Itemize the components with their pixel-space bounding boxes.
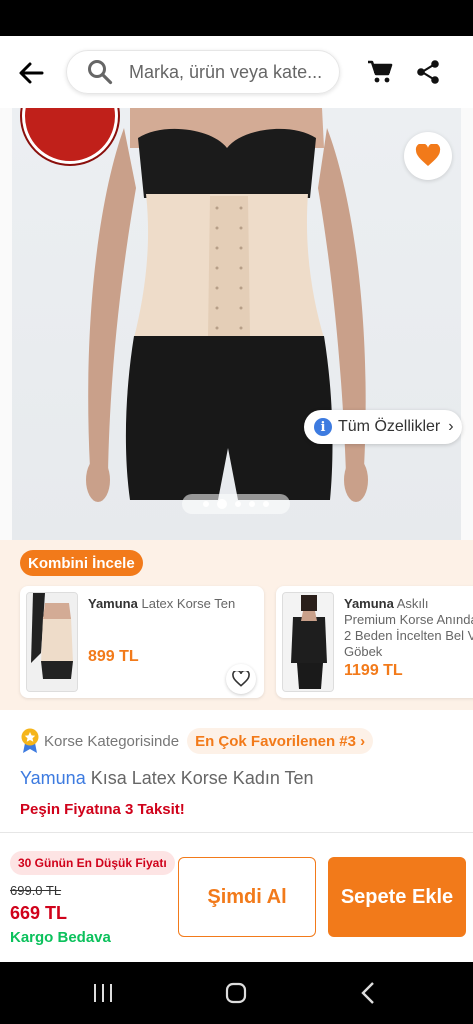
combo-product-name: Yamuna Askılı Premium Korse Anında 2 Bed… (344, 596, 473, 660)
chevron-right-icon: › (448, 418, 454, 435)
buy-now-button[interactable]: Şimdi Al (178, 857, 316, 937)
system-nav-bar (0, 962, 473, 1024)
favorite-button[interactable] (404, 132, 452, 180)
pagination-dot[interactable] (263, 501, 269, 507)
product-name: Kısa Latex Korse Kadın Ten (90, 768, 314, 788)
old-price: 699.0 TL (10, 883, 62, 898)
most-favorited-badge[interactable]: En Çok Favorilenen #3 › (187, 728, 374, 754)
heart-outline-icon (232, 671, 250, 687)
combo-favorite-button[interactable] (226, 664, 256, 694)
combo-section: Kombini İncele Yamuna Latex Korse Ten 89… (0, 540, 473, 710)
back-nav-button[interactable] (354, 978, 384, 1008)
combo-brand: Yamuna (344, 596, 394, 611)
top-bar: Marka, ürün veya kate... (0, 36, 473, 108)
status-bar (0, 0, 473, 36)
category-row: Korse Kategorisinde En Çok Favorilenen #… (20, 728, 374, 754)
installment-text: Peşin Fiyatına 3 Taksit! (20, 801, 185, 818)
product-brand[interactable]: Yamuna (20, 768, 86, 788)
chevron-right-icon: › (360, 732, 366, 750)
combo-product-name: Yamuna Latex Korse Ten (88, 596, 258, 612)
pagination-dot[interactable] (203, 501, 209, 507)
lowest-price-badge: 30 Günün En Düşük Fiyatı (10, 851, 175, 875)
product-title: Yamuna Kısa Latex Korse Kadın Ten (20, 768, 314, 789)
model-silhouette (86, 108, 368, 502)
all-features-label: Tüm Özellikler (338, 418, 441, 435)
product-image[interactable] (12, 108, 461, 540)
info-icon: i (314, 418, 332, 436)
add-to-cart-button[interactable]: Sepete Ekle (328, 857, 466, 937)
home-icon (225, 982, 247, 1004)
category-text: Korse Kategorisinde (44, 732, 180, 750)
product-gallery[interactable] (0, 108, 473, 540)
combo-price: 1199 TL (344, 662, 403, 679)
back-chevron-icon (361, 982, 374, 1004)
back-arrow-icon (19, 62, 44, 84)
home-button[interactable] (221, 978, 251, 1008)
award-icon (21, 728, 39, 753)
combo-title: Latex Korse Ten (141, 596, 236, 611)
gallery-pagination (182, 494, 290, 514)
free-shipping-label: Kargo Bedava (10, 929, 111, 946)
search-placeholder: Marka, ürün veya kate... (129, 61, 323, 82)
recent-apps-icon (94, 984, 112, 1002)
share-button[interactable] (414, 58, 442, 86)
combo-thumbnail (26, 592, 78, 692)
cart-icon (368, 60, 393, 83)
most-favorited-label: En Çok Favorilenen #3 (195, 732, 356, 750)
combo-label[interactable]: Kombini İncele (20, 550, 143, 576)
pagination-dot[interactable] (235, 501, 241, 507)
combo-card[interactable]: Yamuna Askılı Premium Korse Anında 2 Bed… (276, 586, 473, 698)
combo-thumbnail (282, 592, 334, 692)
current-price: 669 TL (10, 903, 68, 923)
share-icon (417, 60, 439, 84)
search-icon (88, 60, 113, 85)
combo-brand: Yamuna (88, 596, 138, 611)
search-input[interactable]: Marka, ürün veya kate... (66, 50, 340, 94)
pagination-dot-active[interactable] (217, 499, 227, 509)
all-features-button[interactable]: i Tüm Özellikler › (304, 410, 462, 444)
pagination-dot[interactable] (249, 501, 255, 507)
cart-button[interactable] (366, 58, 394, 86)
combo-price: 899 TL (88, 648, 139, 665)
combo-card[interactable]: Yamuna Latex Korse Ten 899 TL (20, 586, 264, 698)
recent-apps-button[interactable] (88, 978, 118, 1008)
back-button[interactable] (16, 58, 46, 88)
heart-icon (415, 144, 441, 166)
bottom-action-bar: 30 Günün En Düşük Fiyatı 699.0 TL 669 TL… (0, 832, 473, 962)
